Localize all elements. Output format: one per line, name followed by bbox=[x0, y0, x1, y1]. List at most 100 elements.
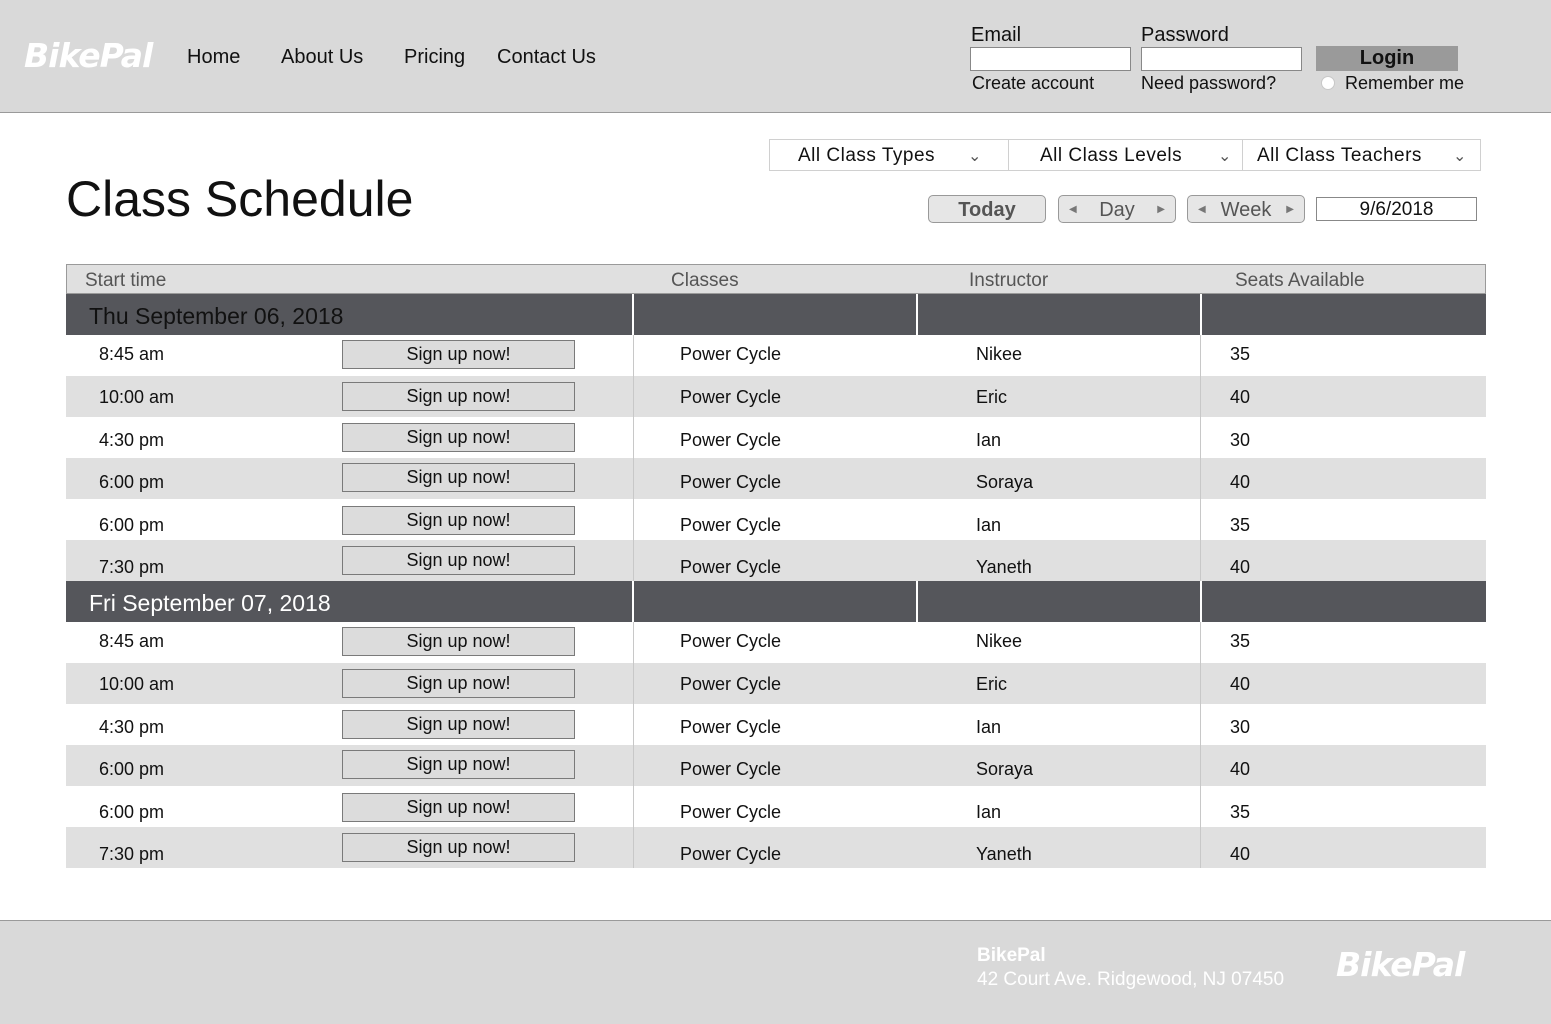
seats-available-cell: 35 bbox=[1230, 802, 1251, 822]
instructor-cell: Ian bbox=[976, 717, 1002, 737]
footer-company-name: BikePal bbox=[977, 945, 1046, 966]
nav-about-us[interactable]: About Us bbox=[281, 46, 363, 69]
seats-available-cell: 40 bbox=[1230, 759, 1251, 779]
start-time-cell: 7:30 pm bbox=[99, 557, 165, 577]
column-divider bbox=[632, 294, 634, 335]
chevron-down-icon: ⌄ bbox=[1453, 148, 1467, 165]
day-stepper[interactable]: ◀ Day ▶ bbox=[1058, 195, 1176, 223]
sign-up-button[interactable]: Sign up now! bbox=[342, 423, 575, 452]
triangle-left-icon[interactable]: ◀ bbox=[1198, 196, 1206, 224]
nav-pricing[interactable]: Pricing bbox=[404, 46, 465, 69]
instructor-cell: Soraya bbox=[976, 759, 1034, 779]
email-field[interactable] bbox=[970, 47, 1131, 71]
start-time-cell: 6:00 pm bbox=[99, 759, 165, 779]
instructor-cell: Eric bbox=[976, 674, 1007, 694]
remember-me-label[interactable]: Remember me bbox=[1345, 73, 1464, 94]
column-divider bbox=[916, 581, 918, 622]
filter-bar: All Class Types ⌄ All Class Levels ⌄ All… bbox=[769, 139, 1481, 171]
seats-available-cell: 35 bbox=[1230, 631, 1251, 651]
class-name-cell: Power Cycle bbox=[680, 631, 782, 651]
instructor-cell: Ian bbox=[976, 430, 1002, 450]
column-divider bbox=[632, 581, 634, 622]
sign-up-button[interactable]: Sign up now! bbox=[342, 669, 575, 698]
column-divider bbox=[1200, 417, 1201, 458]
column-divider bbox=[633, 458, 634, 499]
table-row: 8:45 am Sign up now! Power Cycle Nikee 35 bbox=[66, 622, 1486, 663]
class-name-cell: Power Cycle bbox=[680, 515, 782, 535]
sign-up-button[interactable]: Sign up now! bbox=[342, 750, 575, 779]
class-name-cell: Power Cycle bbox=[680, 717, 782, 737]
table-row: 8:45 am Sign up now! Power Cycle Nikee 35 bbox=[66, 335, 1486, 376]
sign-up-button[interactable]: Sign up now! bbox=[342, 793, 575, 822]
column-divider bbox=[633, 827, 634, 868]
column-divider bbox=[633, 745, 634, 786]
chevron-down-icon: ⌄ bbox=[968, 148, 982, 165]
today-button[interactable]: Today bbox=[928, 195, 1046, 223]
class-name-cell: Power Cycle bbox=[680, 472, 782, 492]
site-header: BikePal Home About Us Pricing Contact Us… bbox=[0, 0, 1551, 113]
instructor-cell: Yaneth bbox=[976, 844, 1032, 864]
table-row: 6:00 pm Sign up now! Power Cycle Ian 35 bbox=[66, 499, 1486, 540]
sign-up-button[interactable]: Sign up now! bbox=[342, 506, 575, 535]
seats-available-cell: 40 bbox=[1230, 472, 1251, 492]
class-types-select[interactable]: All Class Types ⌄ bbox=[798, 140, 1008, 170]
column-divider bbox=[916, 294, 918, 335]
triangle-right-icon[interactable]: ▶ bbox=[1286, 196, 1294, 224]
footer-logo: BikePal bbox=[1336, 945, 1465, 984]
table-row: 4:30 pm Sign up now! Power Cycle Ian 30 bbox=[66, 704, 1486, 745]
start-time-cell: 10:00 am bbox=[99, 674, 175, 694]
day-label: Day bbox=[1099, 199, 1135, 221]
nav-home[interactable]: Home bbox=[187, 46, 240, 69]
table-row: 10:00 am Sign up now! Power Cycle Eric 40 bbox=[66, 376, 1486, 417]
sign-up-button[interactable]: Sign up now! bbox=[342, 382, 575, 411]
date-field[interactable]: 9/6/2018 bbox=[1316, 197, 1477, 221]
sign-up-button[interactable]: Sign up now! bbox=[342, 710, 575, 739]
class-name-cell: Power Cycle bbox=[680, 344, 782, 364]
column-divider bbox=[633, 417, 634, 458]
week-label: Week bbox=[1220, 199, 1272, 221]
column-divider bbox=[1200, 663, 1201, 704]
triangle-right-icon[interactable]: ▶ bbox=[1157, 196, 1165, 224]
radio-icon[interactable] bbox=[1321, 76, 1335, 90]
class-teachers-value: All Class Teachers bbox=[1257, 145, 1422, 166]
instructor-cell: Eric bbox=[976, 387, 1007, 407]
class-levels-select[interactable]: All Class Levels ⌄ bbox=[1040, 140, 1244, 170]
seats-available-cell: 30 bbox=[1230, 717, 1251, 737]
login-button[interactable]: Login bbox=[1316, 46, 1458, 71]
column-divider bbox=[633, 704, 634, 745]
create-account-link[interactable]: Create account bbox=[972, 73, 1094, 94]
table-row: 7:30 pm Sign up now! Power Cycle Yaneth 40 bbox=[66, 827, 1486, 868]
header-seats-available: Seats Available bbox=[1235, 270, 1365, 291]
sign-up-button[interactable]: Sign up now! bbox=[342, 833, 575, 862]
nav-contact-us[interactable]: Contact Us bbox=[497, 46, 596, 69]
seats-available-cell: 40 bbox=[1230, 844, 1251, 864]
column-divider bbox=[1200, 622, 1201, 663]
sign-up-button[interactable]: Sign up now! bbox=[342, 463, 575, 492]
column-divider bbox=[1200, 786, 1201, 827]
footer-address: 42 Court Ave. Ridgewood, NJ 07450 bbox=[977, 969, 1285, 990]
column-divider bbox=[633, 786, 634, 827]
column-divider bbox=[633, 499, 634, 540]
triangle-left-icon[interactable]: ◀ bbox=[1069, 196, 1077, 224]
week-stepper[interactable]: ◀ Week ▶ bbox=[1187, 195, 1305, 223]
need-password-link[interactable]: Need password? bbox=[1141, 73, 1276, 94]
column-divider bbox=[1200, 376, 1201, 417]
table-row: 6:00 pm Sign up now! Power Cycle Soraya 40 bbox=[66, 745, 1486, 786]
sign-up-button[interactable]: Sign up now! bbox=[342, 627, 575, 656]
instructor-cell: Yaneth bbox=[976, 557, 1032, 577]
instructor-cell: Nikee bbox=[976, 344, 1023, 364]
sign-up-button[interactable]: Sign up now! bbox=[342, 546, 575, 575]
sign-up-button[interactable]: Sign up now! bbox=[342, 340, 575, 369]
column-divider bbox=[1200, 294, 1202, 335]
start-time-cell: 10:00 am bbox=[99, 387, 175, 407]
brand-logo[interactable]: BikePal bbox=[24, 36, 153, 75]
password-field[interactable] bbox=[1141, 47, 1302, 71]
class-teachers-select[interactable]: All Class Teachers ⌄ bbox=[1257, 140, 1477, 170]
header-classes: Classes bbox=[671, 270, 739, 291]
class-name-cell: Power Cycle bbox=[680, 557, 782, 577]
instructor-cell: Nikee bbox=[976, 631, 1023, 651]
start-time-cell: 6:00 pm bbox=[99, 472, 165, 492]
column-divider bbox=[1200, 458, 1201, 499]
instructor-cell: Ian bbox=[976, 515, 1002, 535]
start-time-cell: 8:45 am bbox=[99, 631, 165, 651]
